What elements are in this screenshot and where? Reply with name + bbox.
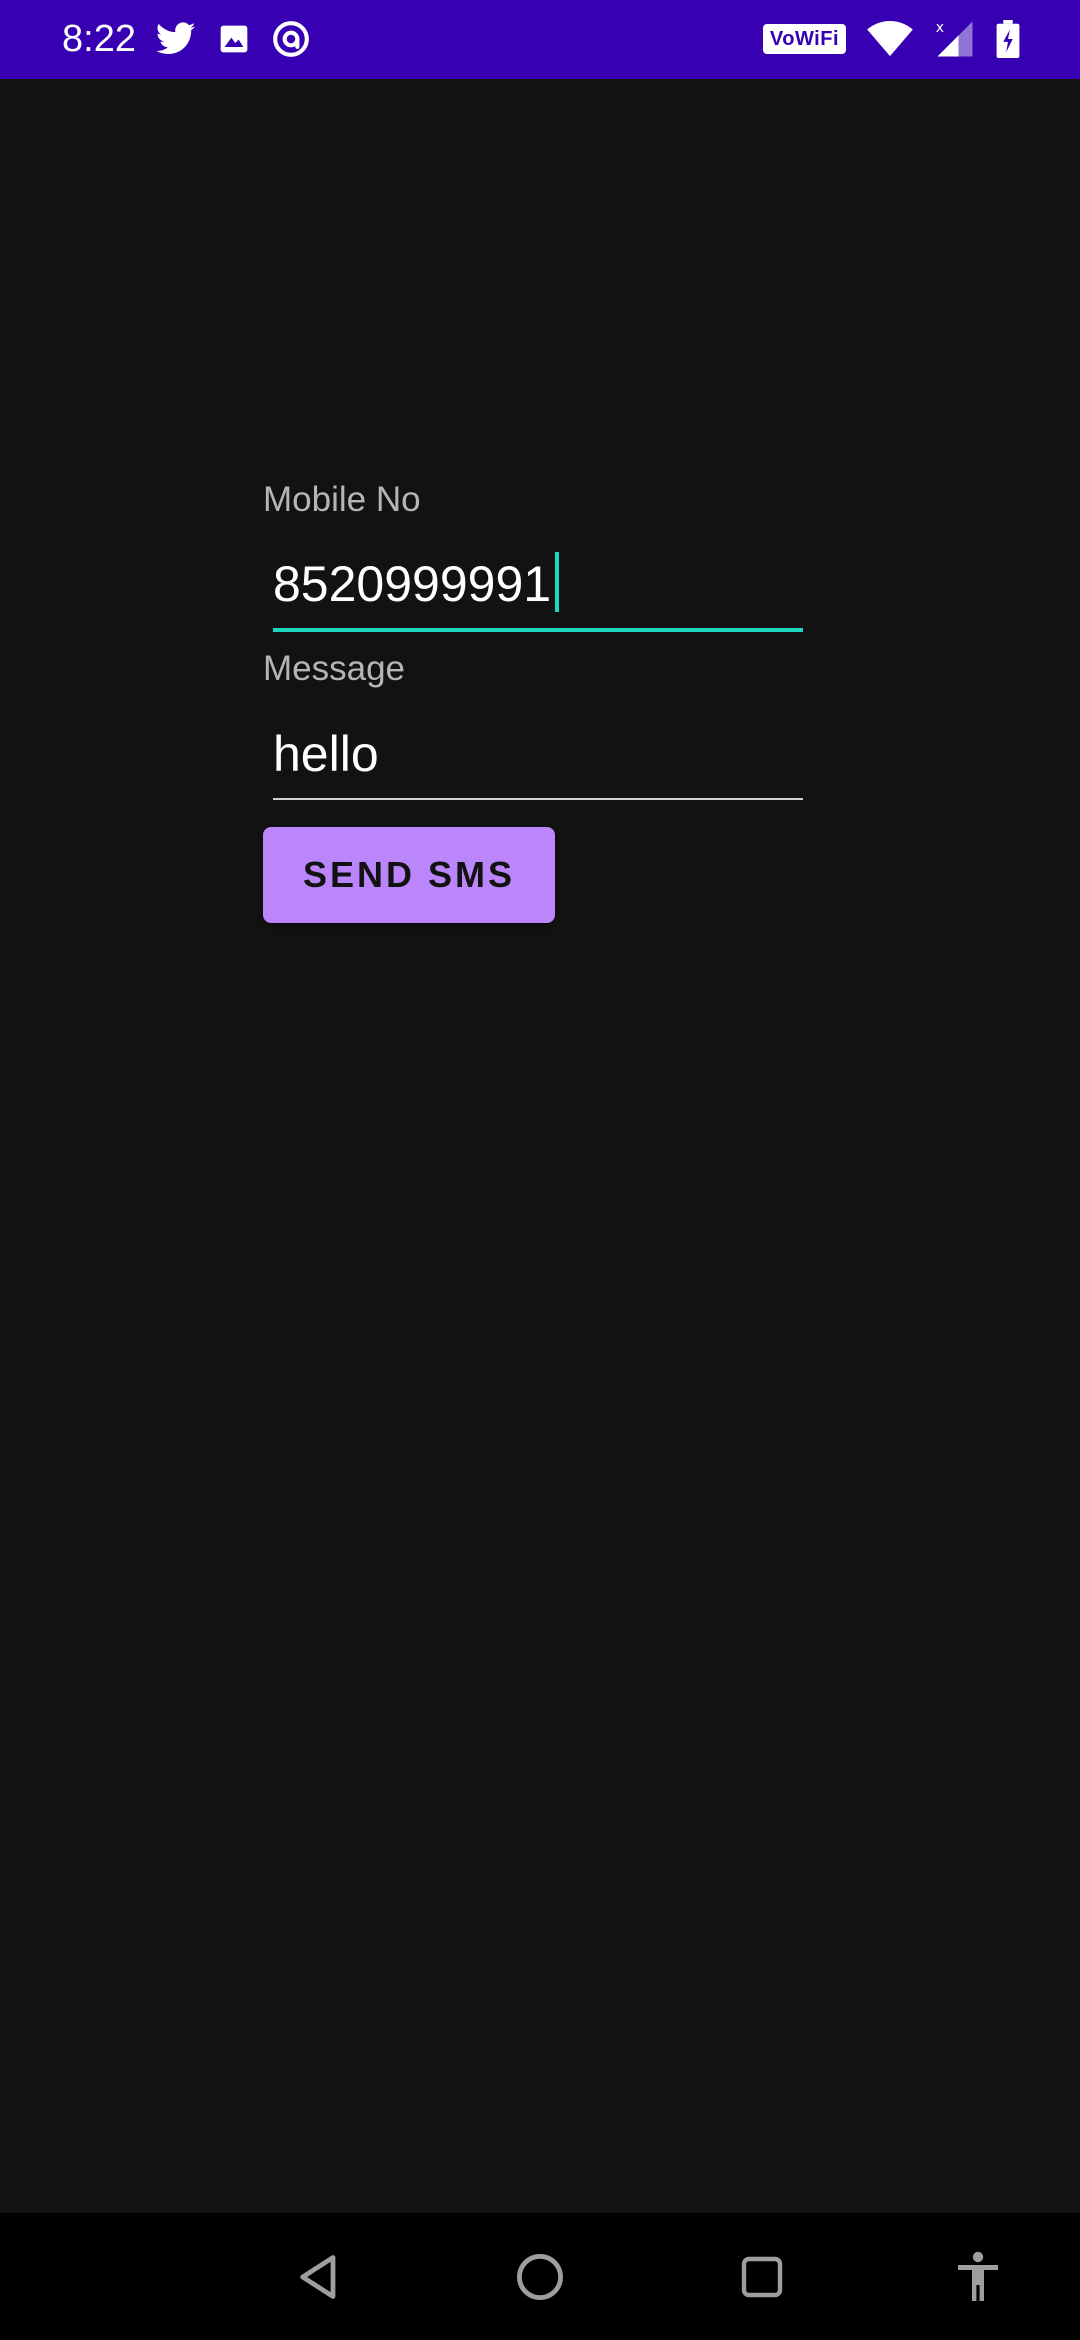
message-input[interactable]: hello bbox=[273, 722, 803, 800]
text-cursor bbox=[555, 552, 560, 612]
system-icons: VoWiFi x bbox=[762, 18, 1020, 60]
mobile-no-value: 8520999991 bbox=[273, 556, 552, 612]
vowifi-badge: VoWiFi bbox=[762, 24, 846, 54]
accessibility-icon[interactable] bbox=[928, 2213, 1028, 2340]
navigation-bar bbox=[0, 2213, 1080, 2340]
notification-icons bbox=[156, 18, 310, 60]
status-bar: 8:22 VoWiFi x bbox=[0, 0, 1080, 79]
message-label: Message bbox=[263, 649, 406, 688]
mobile-no-label: Mobile No bbox=[263, 480, 421, 519]
at-sign-icon bbox=[272, 20, 310, 58]
back-icon[interactable] bbox=[270, 2213, 370, 2340]
mobile-signal-icon: x bbox=[934, 18, 976, 60]
message-value: hello bbox=[273, 726, 379, 782]
send-sms-button[interactable]: SEND SMS bbox=[263, 827, 555, 923]
svg-text:x: x bbox=[936, 20, 944, 36]
wifi-icon bbox=[866, 20, 914, 58]
battery-charging-icon bbox=[996, 20, 1020, 58]
mobile-no-input[interactable]: 8520999991 bbox=[273, 552, 803, 632]
twitter-icon bbox=[156, 22, 196, 56]
image-icon bbox=[218, 23, 250, 55]
home-icon[interactable] bbox=[490, 2213, 590, 2340]
screen: 8:22 VoWiFi x Mobile No 8520999991 Messa… bbox=[0, 0, 1080, 2340]
status-time: 8:22 bbox=[62, 18, 136, 60]
recents-icon[interactable] bbox=[712, 2213, 812, 2340]
